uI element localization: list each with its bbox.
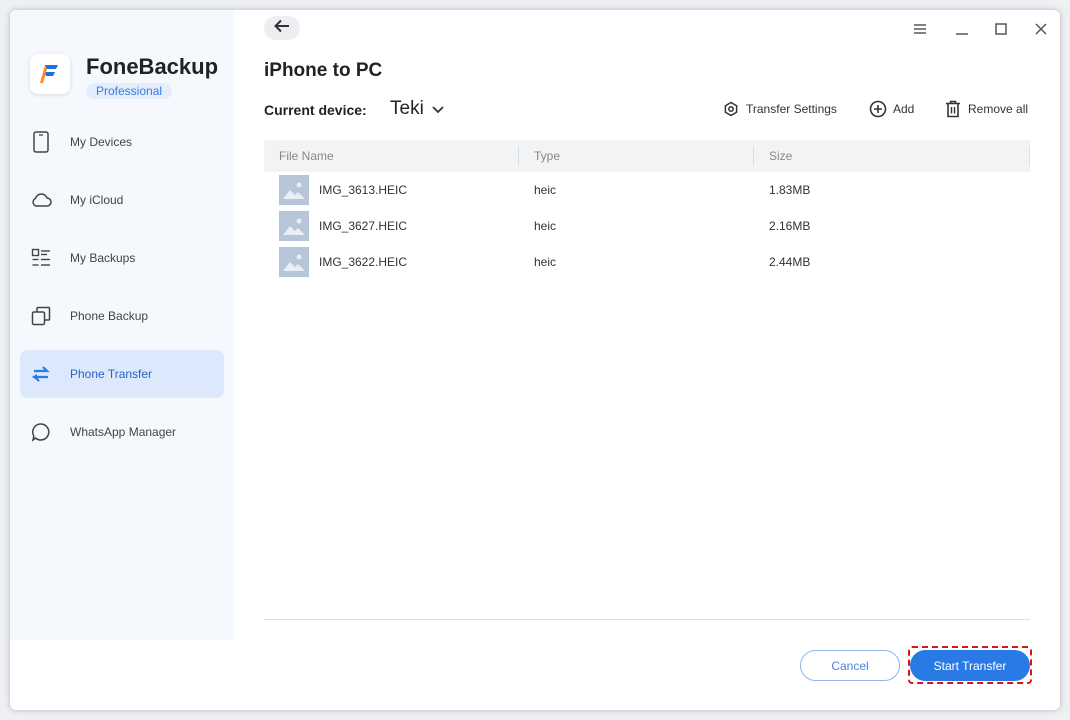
sidebar-item-label: Phone Backup — [70, 309, 149, 323]
file-name-cell: IMG_3613.HEIC — [319, 183, 408, 197]
table-header: File Name Type Size — [264, 140, 1030, 172]
sidebar-item-my-devices[interactable]: My Devices — [20, 118, 224, 166]
device-dropdown[interactable]: Teki — [390, 98, 444, 120]
copy-icon — [30, 305, 52, 327]
menu-icon[interactable] — [910, 20, 930, 38]
trash-icon — [944, 100, 962, 118]
column-divider — [518, 146, 519, 166]
app-logo — [30, 54, 70, 94]
table-row[interactable]: IMG_3622.HEIC heic 2.44MB — [264, 244, 1030, 280]
plus-circle-icon — [869, 100, 887, 118]
remove-all-label: Remove all — [968, 102, 1029, 116]
close-icon[interactable] — [1031, 20, 1051, 38]
file-size-cell: 2.16MB — [769, 219, 811, 233]
sidebar-item-label: Phone Transfer — [70, 367, 153, 381]
table-row[interactable]: IMG_3613.HEIC heic 1.83MB — [264, 172, 1030, 208]
sidebar: FoneBackup Professional My Devices My iC… — [10, 10, 234, 640]
image-thumbnail-icon — [279, 211, 309, 241]
page-title: iPhone to PC — [264, 60, 383, 81]
edition-badge: Professional — [86, 83, 173, 99]
sidebar-item-phone-transfer[interactable]: Phone Transfer — [20, 350, 224, 398]
column-divider — [753, 146, 754, 166]
image-thumbnail-icon — [279, 247, 309, 277]
file-size-cell: 2.44MB — [769, 255, 811, 269]
settings-icon — [722, 100, 740, 118]
sidebar-item-label: My Backups — [70, 251, 136, 265]
cancel-button[interactable]: Cancel — [800, 650, 900, 681]
image-thumbnail-icon — [279, 175, 309, 205]
add-label: Add — [893, 102, 915, 116]
sidebar-item-my-backups[interactable]: My Backups — [20, 234, 224, 282]
phone-icon — [30, 131, 52, 153]
add-button[interactable]: Add — [869, 99, 914, 119]
sidebar-item-label: My iCloud — [70, 193, 124, 207]
column-header-size[interactable]: Size — [769, 140, 792, 172]
device-dropdown-value: Teki — [390, 98, 424, 119]
transfer-settings-label: Transfer Settings — [746, 102, 837, 116]
sidebar-item-label: My Devices — [70, 135, 133, 149]
list-icon — [30, 247, 52, 269]
table-row[interactable]: IMG_3627.HEIC heic 2.16MB — [264, 208, 1030, 244]
sidebar-item-label: WhatsApp Manager — [70, 425, 177, 439]
column-header-type[interactable]: Type — [534, 140, 560, 172]
transfer-icon — [30, 363, 52, 385]
file-name-cell: IMG_3627.HEIC — [319, 219, 408, 233]
file-type-cell: heic — [534, 219, 557, 233]
file-type-cell: heic — [534, 183, 557, 197]
file-name-cell: IMG_3622.HEIC — [319, 255, 408, 269]
app-window: FoneBackup Professional My Devices My iC… — [10, 10, 1060, 710]
sidebar-item-whatsapp-manager[interactable]: WhatsApp Manager — [20, 408, 224, 456]
cloud-icon — [30, 189, 52, 211]
start-transfer-button[interactable]: Start Transfer — [910, 650, 1030, 681]
arrow-left-icon — [274, 19, 290, 38]
file-type-cell: heic — [534, 255, 557, 269]
maximize-icon[interactable] — [991, 20, 1011, 38]
chat-bubble-icon — [30, 421, 52, 443]
back-button[interactable] — [264, 16, 300, 40]
app-title: FoneBackup — [86, 54, 219, 79]
current-device-label: Current device: — [264, 102, 367, 118]
transfer-settings-button[interactable]: Transfer Settings — [722, 99, 837, 119]
remove-all-button[interactable]: Remove all — [944, 99, 1028, 119]
minimize-icon[interactable] — [952, 20, 972, 38]
chevron-down-icon — [432, 98, 444, 120]
footer-divider — [264, 619, 1030, 620]
file-size-cell: 1.83MB — [769, 183, 811, 197]
column-divider — [1029, 146, 1030, 166]
sidebar-item-phone-backup[interactable]: Phone Backup — [20, 292, 224, 340]
column-header-file-name[interactable]: File Name — [279, 140, 334, 172]
sidebar-item-my-icloud[interactable]: My iCloud — [20, 176, 224, 224]
